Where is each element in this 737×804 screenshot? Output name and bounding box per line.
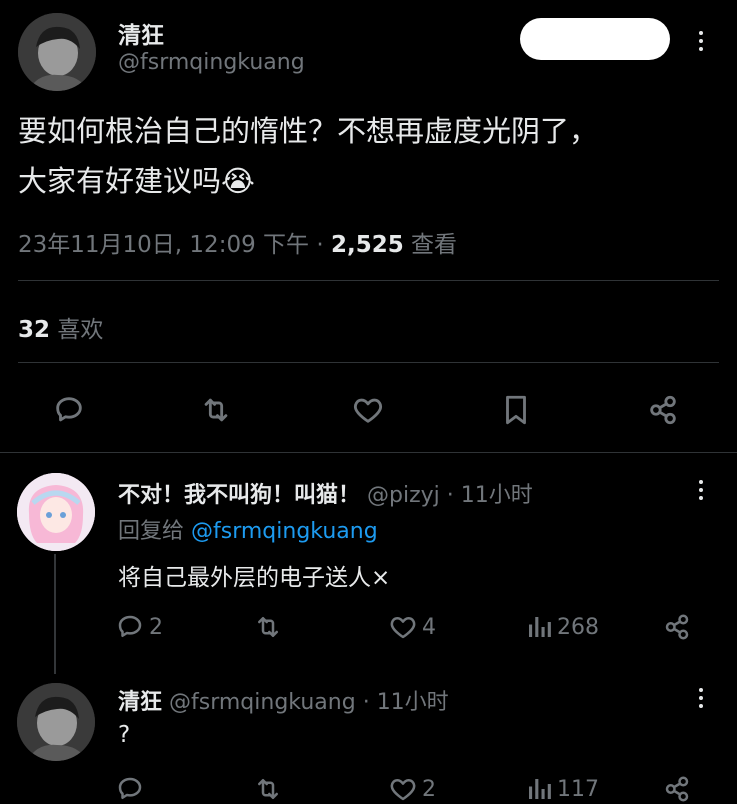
- share-icon: [665, 614, 689, 640]
- reply1-replying-to: 回复给 @fsrmqingkuang: [118, 513, 378, 545]
- reply1-views-action[interactable]: 268: [525, 612, 599, 642]
- reply2-avatar[interactable]: [17, 683, 95, 761]
- share-icon[interactable]: [645, 393, 681, 427]
- author-handle[interactable]: @fsrmqingkuang: [118, 50, 305, 75]
- reply2-more-icon[interactable]: [699, 688, 703, 712]
- reply1-handle[interactable]: @pizyj: [367, 483, 440, 508]
- reply2-display-name[interactable]: 清狂: [118, 690, 162, 715]
- reply1-reply-action[interactable]: 2: [115, 612, 163, 642]
- reply1-text: 将自己最外层的电子送人×: [118, 565, 391, 591]
- divider: [18, 362, 719, 363]
- reply1-header: 不对！我不叫狗！叫猫！ @pizyj · 11小时: [118, 477, 533, 509]
- reply2-view-count: 117: [557, 776, 599, 802]
- tweet-meta: 23年11月10日, 12:09 下午 · 2,525 查看: [18, 225, 457, 259]
- retweet-icon: [258, 617, 278, 637]
- author-avatar[interactable]: [18, 13, 96, 91]
- reply1-display-name[interactable]: 不对！我不叫狗！叫猫！: [118, 483, 360, 508]
- divider: [0, 452, 737, 453]
- more-options-icon[interactable]: [699, 31, 703, 55]
- reply1-more-icon[interactable]: [699, 480, 703, 504]
- reply1-time[interactable]: · 11小时: [447, 483, 533, 508]
- like-icon: [390, 617, 416, 639]
- meta-separator: ·: [316, 232, 324, 258]
- reply2-like-count: 2: [422, 776, 436, 802]
- like-icon[interactable]: [350, 393, 386, 427]
- reply1-retweet-action[interactable]: [252, 612, 284, 642]
- reply-thread-line: [54, 554, 56, 674]
- likes-stat[interactable]: 32 喜欢: [18, 310, 103, 344]
- reply-to-label: 回复给: [118, 519, 185, 544]
- likes-count: 32: [18, 317, 51, 343]
- reply1-reply-count: 2: [149, 614, 163, 640]
- views-icon: [529, 617, 551, 637]
- retweet-icon[interactable]: [198, 393, 234, 427]
- tweet-text-line2: 大家有好建议吗😭: [18, 164, 255, 198]
- tweet-text-line1: 要如何根治自己的惰性？不想再虚度光阴了，: [18, 114, 599, 148]
- reply2-time[interactable]: · 11小时: [363, 690, 449, 715]
- likes-label: 喜欢: [57, 317, 104, 343]
- views-count: 2,525: [330, 232, 404, 258]
- reply2-handle[interactable]: @fsrmqingkuang: [169, 690, 356, 715]
- reply-icon[interactable]: [52, 393, 86, 427]
- bookmark-icon[interactable]: [501, 393, 531, 427]
- reply1-view-count: 268: [557, 614, 599, 640]
- reply-icon: [118, 615, 142, 637]
- reply2-header: 清狂 @fsrmqingkuang · 11小时: [118, 684, 449, 716]
- reply2-text: ?: [118, 722, 131, 748]
- reply1-share-action[interactable]: [662, 612, 692, 642]
- reply-to-handle[interactable]: @fsrmqingkuang: [191, 519, 378, 544]
- timestamp[interactable]: 23年11月10日, 12:09 下午: [18, 232, 309, 258]
- reply1-like-count: 4: [422, 614, 436, 640]
- divider: [18, 280, 719, 281]
- author-name[interactable]: 清狂: [118, 16, 164, 50]
- reply1-avatar[interactable]: [17, 473, 95, 551]
- views-label: 查看: [411, 232, 458, 258]
- redacted-button[interactable]: [520, 18, 670, 60]
- reply1-like-action[interactable]: 4: [388, 612, 436, 642]
